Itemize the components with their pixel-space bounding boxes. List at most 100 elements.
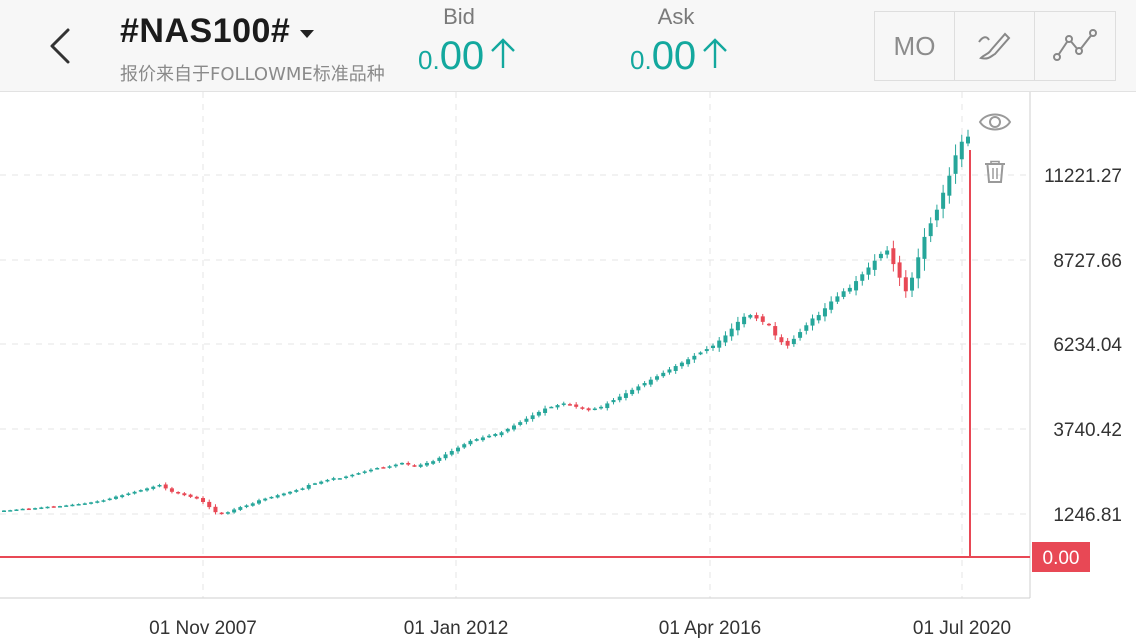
candle-body — [499, 432, 504, 436]
candle-body — [686, 359, 691, 365]
y-tick-label: 3740.42 — [1053, 420, 1122, 441]
candle-body — [157, 485, 162, 487]
candle-body — [966, 136, 970, 144]
candle-body — [854, 281, 859, 291]
candle-body — [437, 457, 442, 461]
candle-body — [928, 223, 933, 237]
candle-body — [456, 447, 461, 452]
candle-body — [511, 425, 516, 430]
candle-body — [95, 501, 100, 503]
bid-value: 0. 00 — [418, 36, 538, 76]
candle-body — [45, 506, 50, 509]
candle-body — [39, 507, 44, 509]
mo-button[interactable]: MO — [875, 12, 955, 80]
candle-body — [903, 277, 908, 292]
candle-body — [723, 335, 728, 343]
candle-body — [555, 405, 560, 408]
candle-body — [325, 479, 330, 482]
candle-body — [281, 493, 286, 496]
candle-body — [549, 406, 554, 409]
candle-body — [878, 253, 883, 259]
candle-body — [356, 473, 361, 475]
ask-value: 0. 00 — [630, 36, 750, 76]
current-price-label: 0.00 — [1043, 548, 1080, 569]
candle-body — [82, 503, 87, 505]
candle-body — [785, 340, 790, 346]
candle-body — [611, 400, 616, 403]
candle-body — [916, 257, 921, 279]
candle-body — [213, 506, 218, 513]
candle-body — [667, 369, 672, 373]
candle-body — [586, 408, 591, 411]
candle-body — [574, 404, 579, 407]
back-button[interactable] — [36, 22, 84, 70]
candle-body — [766, 323, 771, 326]
candle-body — [275, 495, 280, 498]
candle-body — [145, 488, 150, 491]
candle-body — [418, 464, 423, 467]
candle-body — [922, 236, 927, 259]
candle-body — [26, 508, 31, 511]
candle-body — [107, 498, 112, 501]
candle-body — [33, 508, 38, 510]
candle-body — [953, 155, 958, 174]
candle-body — [661, 372, 666, 377]
candle-body — [269, 496, 274, 499]
chart-toolbar: MO — [874, 11, 1116, 81]
candle-body — [331, 478, 336, 480]
candle-body — [524, 418, 529, 422]
candle-body — [518, 422, 523, 425]
candle-body — [244, 505, 249, 508]
candle-body — [182, 493, 187, 496]
candle-body — [337, 478, 342, 480]
candle-body — [57, 506, 62, 508]
candle-body — [207, 501, 212, 508]
candle-body — [841, 291, 846, 297]
candle-body — [760, 316, 765, 322]
candle-body — [468, 440, 473, 445]
candle-body — [822, 308, 827, 317]
symbol-selector[interactable]: #NAS100# — [120, 12, 315, 51]
candlestick-chart[interactable]: 11221.27 8727.66 6234.04 3740.42 1246.81 01 N… — [0, 92, 1136, 640]
candle-body — [530, 415, 535, 420]
candle-body — [263, 498, 268, 501]
candle-body — [225, 512, 230, 514]
visibility-toggle[interactable] — [978, 108, 1012, 141]
y-tick-label: 6234.04 — [1053, 335, 1122, 356]
delete-indicator[interactable] — [984, 160, 1006, 189]
candle-body — [897, 262, 902, 278]
candle-body — [400, 462, 405, 465]
candle-body — [698, 352, 703, 355]
candle-body — [580, 407, 585, 409]
candle-body — [350, 474, 355, 477]
candle-body — [138, 490, 143, 492]
candle-body — [872, 260, 877, 270]
brush-button[interactable] — [955, 12, 1035, 80]
candle-body — [959, 141, 964, 160]
candle-body — [424, 462, 429, 466]
candle-body — [679, 362, 684, 367]
candle-body — [487, 435, 492, 438]
candle-body — [294, 490, 299, 492]
candle-body — [362, 471, 367, 473]
candle-body — [2, 510, 6, 512]
candle-body — [742, 316, 747, 325]
candle-body — [717, 340, 722, 348]
candle-body — [692, 355, 697, 360]
candle-body — [232, 509, 237, 513]
candle-body — [804, 325, 809, 331]
candle-body — [810, 318, 815, 326]
line-tool-button[interactable] — [1035, 12, 1115, 80]
candle-body — [188, 494, 193, 497]
candle-body — [219, 512, 224, 515]
candle-body — [910, 277, 915, 291]
candle-body — [748, 315, 753, 318]
candle-body — [312, 483, 317, 485]
candle-body — [636, 386, 641, 391]
candle-body — [288, 491, 293, 494]
candle-body — [151, 486, 156, 489]
candle-body — [934, 209, 939, 221]
chevron-left-icon — [50, 28, 70, 64]
candle-body — [847, 287, 852, 292]
candle-body — [443, 454, 448, 459]
